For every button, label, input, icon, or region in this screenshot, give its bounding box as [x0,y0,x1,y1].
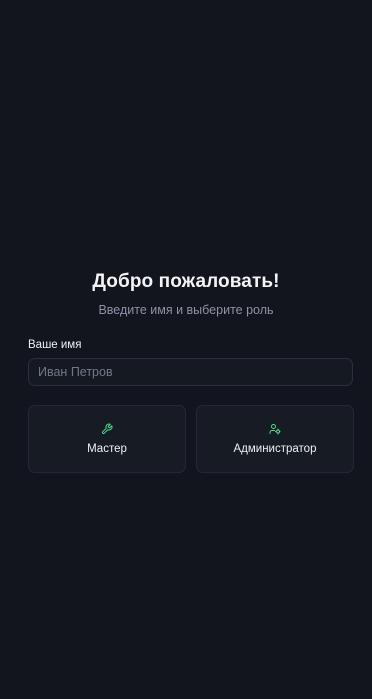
welcome-subtitle: Введите имя и выберите роль [98,303,274,317]
role-card-master[interactable]: Мастер [28,405,186,473]
role-label-master: Мастер [87,443,127,455]
role-label-admin: Администратор [233,443,317,455]
welcome-title: Добро пожаловать! [92,271,280,292]
name-input[interactable] [28,358,353,386]
role-card-admin[interactable]: Администратор [196,405,354,473]
wrench-icon [29,423,185,435]
login-screen: Добро пожаловать! Введите имя и выберите… [0,0,372,699]
user-gear-icon [197,423,353,435]
name-label: Ваше имя [28,339,82,351]
